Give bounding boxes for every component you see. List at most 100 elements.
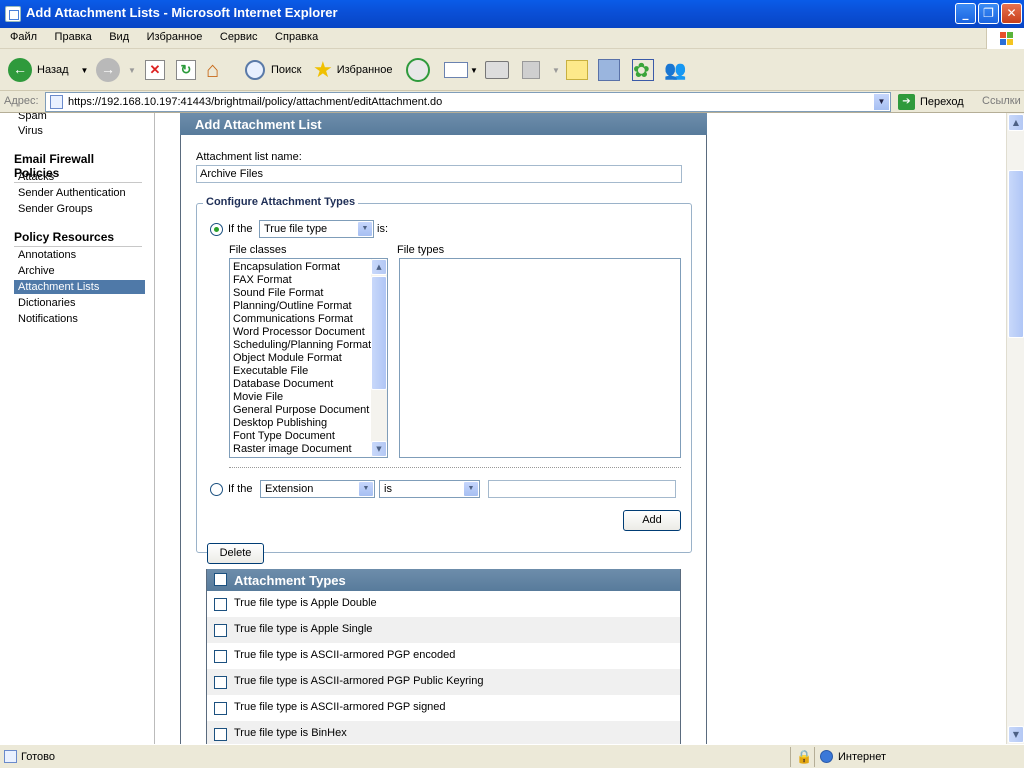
list-name-input[interactable]: Archive Files xyxy=(196,165,682,183)
address-input[interactable]: https://192.168.10.197:41443/brightmail/… xyxy=(45,92,891,112)
operator-select-value: is xyxy=(384,483,392,495)
go-button[interactable]: ➔ Переход xyxy=(898,94,964,110)
is-label: is: xyxy=(377,223,388,235)
note-icon xyxy=(566,60,588,80)
history-button[interactable] xyxy=(406,56,430,84)
list-item[interactable]: Desktop Publishing xyxy=(230,417,387,430)
go-arrow-icon: ➔ xyxy=(898,94,915,110)
back-dropdown-icon[interactable]: ▼ xyxy=(81,66,89,75)
stop-icon: ✕ xyxy=(145,60,165,80)
list-item[interactable]: Executable File xyxy=(230,365,387,378)
refresh-button[interactable]: ↻ xyxy=(176,56,196,84)
sidebar-item-attachment-lists[interactable]: Attachment Lists xyxy=(14,280,145,294)
row-checkbox[interactable] xyxy=(214,650,227,663)
type-select[interactable]: True file type ▼ xyxy=(259,220,374,238)
scroll-up-icon[interactable]: ▲ xyxy=(1008,114,1024,131)
file-types-listbox[interactable] xyxy=(399,258,681,458)
search-button[interactable]: Поиск xyxy=(245,56,301,84)
address-dropdown-icon[interactable]: ▼ xyxy=(873,93,890,111)
scroll-down-icon[interactable]: ▼ xyxy=(371,441,387,457)
sidebar-item-sender-authentication[interactable]: Sender Authentication xyxy=(14,186,145,200)
list-item[interactable]: Encapsulation Format xyxy=(230,261,387,274)
toolbar: ← Назад ▼ → ▼ ✕ ↻ ⌂ Поиск ★ Избранное ▼ … xyxy=(0,49,1024,91)
history-icon xyxy=(406,58,430,82)
close-button[interactable]: ✕ xyxy=(1001,3,1022,24)
add-button[interactable]: Add xyxy=(623,510,681,531)
main-area: Add Attachment List Attachment list name… xyxy=(155,113,1006,744)
menu-help[interactable]: Справка xyxy=(268,28,325,43)
sidebar-item-attacks[interactable]: Attacks xyxy=(14,170,145,184)
extension-radio[interactable] xyxy=(210,483,223,496)
list-item[interactable]: Planning/Outline Format xyxy=(230,300,387,313)
list-item[interactable]: Movie File xyxy=(230,391,387,404)
file-classes-scrollbar[interactable]: ▲ ▼ xyxy=(371,259,387,457)
page-scrollbar[interactable]: ▲ ▼ xyxy=(1006,113,1024,744)
scroll-down-icon[interactable]: ▼ xyxy=(1008,726,1024,743)
operator-select[interactable]: is ▼ xyxy=(379,480,480,498)
forward-button[interactable]: → ▼ xyxy=(96,56,136,84)
back-button[interactable]: ← Назад ▼ xyxy=(8,56,88,84)
sidebar-item-notifications[interactable]: Notifications xyxy=(14,312,145,326)
scroll-up-icon[interactable]: ▲ xyxy=(371,259,387,275)
configure-attachment-types-legend: Configure Attachment Types xyxy=(203,196,359,208)
address-bar: Адрес: https://192.168.10.197:41443/brig… xyxy=(0,91,1024,113)
scroll-thumb[interactable] xyxy=(371,276,387,390)
attachment-list-panel: Add Attachment List Attachment list name… xyxy=(180,113,707,744)
menu-file[interactable]: Файл xyxy=(0,28,44,43)
extension-value-input[interactable] xyxy=(488,480,676,498)
list-item[interactable]: Object Module Format xyxy=(230,352,387,365)
menu-edit[interactable]: Правка xyxy=(48,28,99,43)
minimize-button[interactable]: _ xyxy=(955,3,976,24)
chevron-down-icon: ▼ xyxy=(358,481,374,497)
icq-button[interactable]: ✿ xyxy=(632,56,654,84)
links-label[interactable]: Ссылки xyxy=(982,95,1021,107)
list-item[interactable]: General Purpose Document xyxy=(230,404,387,417)
row-checkbox[interactable] xyxy=(214,702,227,715)
maximize-button[interactable]: ❐ xyxy=(978,3,999,24)
icq-flower-icon: ✿ xyxy=(632,59,654,82)
sidebar-item-spam[interactable]: Spam xyxy=(14,113,145,123)
list-item[interactable]: Communications Format xyxy=(230,313,387,326)
edit-button[interactable]: ▼ xyxy=(522,56,560,84)
sidebar-item-annotations[interactable]: Annotations xyxy=(14,248,145,262)
sidebar-item-dictionaries[interactable]: Dictionaries xyxy=(14,296,145,310)
true-file-type-radio[interactable] xyxy=(210,223,223,236)
list-item[interactable]: Raster image Document xyxy=(230,443,387,456)
menu-view[interactable]: Вид xyxy=(102,28,136,43)
sidebar-item-archive[interactable]: Archive xyxy=(14,264,145,278)
stop-button[interactable]: ✕ xyxy=(145,56,165,84)
attachment-types-title: Attachment Types xyxy=(234,573,346,588)
list-item[interactable]: Word Processor Document xyxy=(230,326,387,339)
menu-tools[interactable]: Сервис xyxy=(213,28,265,43)
sidebar-item-virus[interactable]: Virus xyxy=(14,124,145,138)
row-checkbox[interactable] xyxy=(214,598,227,611)
delete-button[interactable]: Delete xyxy=(207,543,264,564)
sidebar-item-sender-groups[interactable]: Sender Groups xyxy=(14,202,145,216)
mail-button[interactable]: ▼ xyxy=(444,56,478,84)
home-button[interactable]: ⌂ xyxy=(206,56,230,84)
extension-select[interactable]: Extension ▼ xyxy=(260,480,375,498)
back-label: Назад xyxy=(37,64,69,76)
list-item[interactable]: Database Document xyxy=(230,378,387,391)
row-checkbox[interactable] xyxy=(214,624,227,637)
row-checkbox[interactable] xyxy=(214,728,227,741)
messenger-button[interactable]: 👥 xyxy=(664,56,688,84)
menu-favorites[interactable]: Избранное xyxy=(140,28,210,43)
file-classes-listbox[interactable]: Encapsulation Format FAX Format Sound Fi… xyxy=(229,258,388,458)
list-item[interactable]: FAX Format xyxy=(230,274,387,287)
scroll-thumb[interactable] xyxy=(1008,170,1024,338)
mail-icon xyxy=(444,62,468,78)
print-button[interactable] xyxy=(485,56,509,84)
research-button[interactable] xyxy=(598,56,620,84)
favorites-button[interactable]: ★ Избранное xyxy=(313,56,392,84)
zone-label: Интернет xyxy=(838,751,886,763)
list-item[interactable]: Scheduling/Planning Format xyxy=(230,339,387,352)
row-checkbox[interactable] xyxy=(214,676,227,689)
row-label: True file type is ASCII-armored PGP enco… xyxy=(234,649,456,661)
list-item[interactable]: Sound File Format xyxy=(230,287,387,300)
discuss-button[interactable] xyxy=(566,56,588,84)
panel-title: Add Attachment List xyxy=(180,113,707,135)
status-text: Готово xyxy=(21,751,55,763)
select-all-checkbox[interactable] xyxy=(214,573,227,586)
list-item[interactable]: Font Type Document xyxy=(230,430,387,443)
